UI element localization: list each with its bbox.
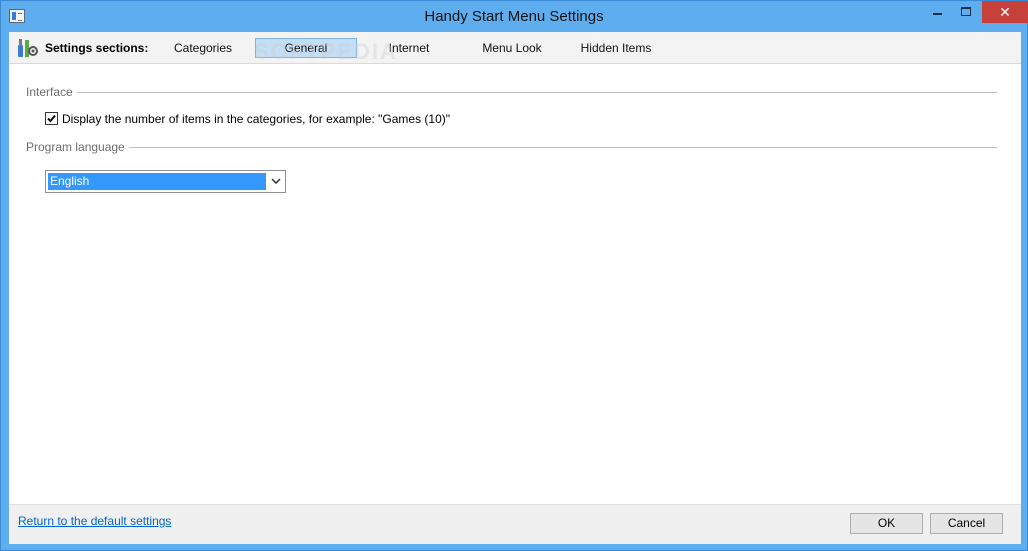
display-count-label[interactable]: Display the number of items in the categ… [62, 112, 450, 126]
sections-toolbar: Settings sections: Categories General In… [9, 32, 1021, 64]
tab-menu-look[interactable]: Menu Look [470, 38, 554, 58]
window-title: Handy Start Menu Settings [424, 8, 604, 25]
dialog-footer: Return to the default settings OK Cancel [9, 504, 1021, 544]
group-header-interface: Interface [26, 85, 73, 99]
chevron-down-icon[interactable] [267, 171, 285, 192]
group-divider [77, 92, 997, 93]
settings-window: Handy Start Menu Settings ✕ Settings sec… [0, 0, 1028, 551]
tab-general[interactable]: General [255, 38, 357, 58]
reset-defaults-link[interactable]: Return to the default settings [18, 514, 171, 528]
minimize-icon [932, 13, 942, 15]
group-divider [129, 147, 997, 148]
close-button[interactable]: ✕ [982, 1, 1028, 23]
settings-tools-icon [18, 39, 38, 57]
checkmark-icon [47, 114, 56, 123]
settings-content: Interface Display the number of items in… [9, 65, 1021, 504]
sections-label: Settings sections: [45, 41, 149, 55]
close-icon: ✕ [999, 4, 1011, 20]
maximize-button[interactable] [952, 1, 980, 23]
group-header-language: Program language [26, 140, 125, 154]
maximize-icon [961, 7, 971, 16]
tab-internet[interactable]: Internet [369, 38, 449, 58]
client-area: Settings sections: Categories General In… [9, 32, 1021, 544]
cancel-button[interactable]: Cancel [930, 513, 1003, 534]
ok-button[interactable]: OK [850, 513, 923, 534]
language-select[interactable]: English [45, 170, 286, 193]
minimize-button[interactable] [922, 1, 952, 23]
display-count-checkbox[interactable] [45, 112, 58, 125]
tab-hidden-items[interactable]: Hidden Items [569, 38, 663, 58]
title-bar[interactable]: Handy Start Menu Settings ✕ [1, 1, 1028, 32]
language-select-value: English [48, 173, 266, 190]
tab-categories[interactable]: Categories [159, 38, 247, 58]
